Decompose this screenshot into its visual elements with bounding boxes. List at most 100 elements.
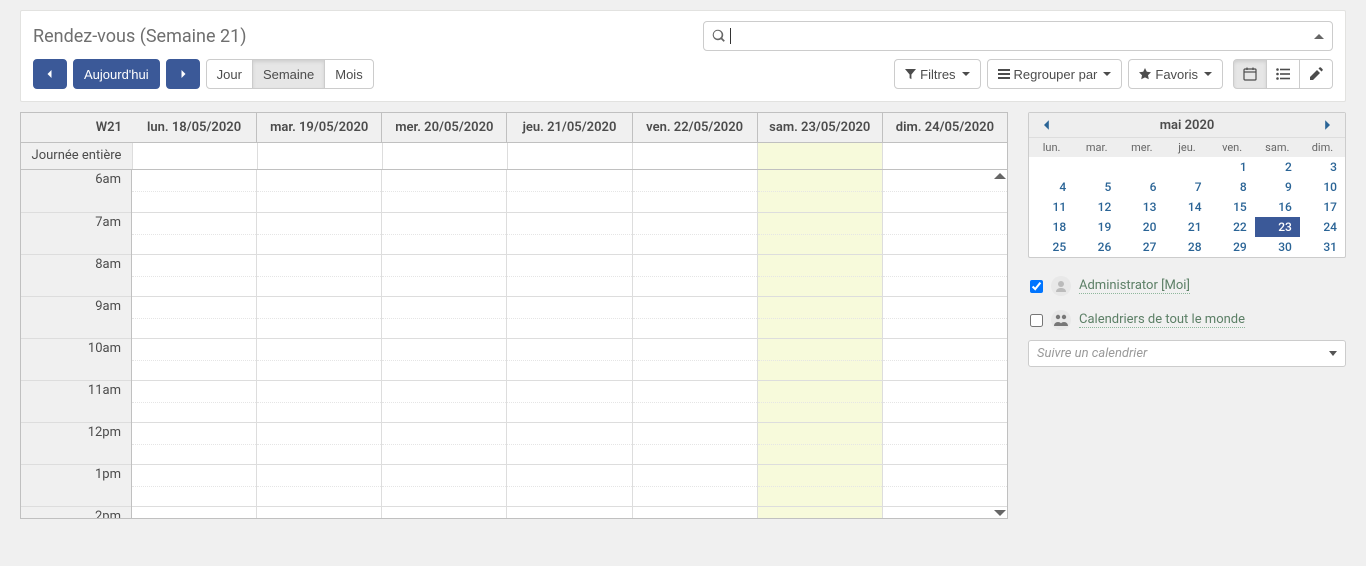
search-expand-icon[interactable]	[1314, 34, 1324, 39]
mini-cal-day[interactable]: 10	[1300, 177, 1345, 197]
allday-cell[interactable]	[632, 143, 757, 169]
list-view-button[interactable]	[1266, 59, 1300, 89]
page-title: Rendez-vous (Semaine 21)	[33, 26, 247, 47]
mini-cal-day[interactable]: 2	[1255, 157, 1300, 177]
prev-button[interactable]	[33, 59, 67, 89]
mini-cal-day[interactable]: 18	[1029, 217, 1074, 237]
allday-cell[interactable]	[382, 143, 507, 169]
mini-cal-day[interactable]: 15	[1210, 197, 1255, 217]
mini-cal-day[interactable]: 11	[1029, 197, 1074, 217]
hour-label: 1pm	[21, 464, 131, 506]
mini-cal-dow: dim.	[1300, 138, 1345, 157]
search-icon	[712, 29, 726, 43]
calendar-filter-row: Calendriers de tout le monde	[1028, 306, 1346, 334]
today-button[interactable]: Aujourd'hui	[73, 59, 160, 89]
mini-cal-day[interactable]: 14	[1164, 197, 1209, 217]
mini-cal-day[interactable]: 24	[1300, 217, 1345, 237]
scroll-up-icon[interactable]	[994, 173, 1006, 179]
mini-cal-day[interactable]: 23	[1255, 217, 1300, 237]
day-column[interactable]	[882, 170, 1007, 518]
favorites-button[interactable]: Favoris	[1128, 59, 1223, 89]
user-icon	[1051, 276, 1071, 296]
edit-icon	[1309, 67, 1323, 81]
mini-cal-prev[interactable]	[1035, 117, 1059, 133]
day-column[interactable]	[132, 170, 256, 518]
caret-down-icon	[962, 72, 970, 76]
groupby-button[interactable]: Regrouper par	[987, 59, 1123, 89]
view-day-button[interactable]: Jour	[206, 59, 253, 89]
calendar-view-button[interactable]	[1233, 59, 1267, 89]
allday-cell[interactable]	[882, 143, 1007, 169]
view-week-button[interactable]: Semaine	[252, 59, 325, 89]
mini-cal-day[interactable]: 20	[1119, 217, 1164, 237]
dropdown-caret-icon	[1329, 351, 1337, 356]
mini-cal-dow: ven.	[1210, 138, 1255, 157]
follow-calendar-select[interactable]: Suivre un calendrier	[1028, 340, 1346, 367]
mini-cal-day[interactable]: 12	[1074, 197, 1119, 217]
view-type-switcher	[1233, 59, 1333, 89]
day-header: mer. 20/05/2020	[381, 113, 506, 142]
allday-cell[interactable]	[132, 143, 257, 169]
mini-cal-day[interactable]: 13	[1119, 197, 1164, 217]
day-column[interactable]	[256, 170, 381, 518]
mini-cal-day[interactable]: 5	[1074, 177, 1119, 197]
view-month-button[interactable]: Mois	[324, 59, 373, 89]
mini-cal-day[interactable]: 8	[1210, 177, 1255, 197]
week-number: W21	[21, 113, 132, 142]
allday-cell[interactable]	[257, 143, 382, 169]
mini-cal-day[interactable]: 1	[1210, 157, 1255, 177]
mini-cal-day[interactable]: 28	[1164, 237, 1209, 257]
mini-cal-day[interactable]: 9	[1255, 177, 1300, 197]
day-column[interactable]	[632, 170, 757, 518]
filter-label[interactable]: Calendriers de tout le monde	[1079, 312, 1245, 328]
filters-button[interactable]: Filtres	[894, 59, 980, 89]
star-icon	[1139, 68, 1151, 80]
arrow-left-icon	[45, 69, 55, 79]
mini-cal-day[interactable]: 31	[1300, 237, 1345, 257]
mini-cal-dow: mar.	[1074, 138, 1119, 157]
allday-cell[interactable]	[507, 143, 632, 169]
mini-cal-day[interactable]: 29	[1210, 237, 1255, 257]
hour-label: 7am	[21, 212, 131, 254]
filter-label[interactable]: Administrator [Moi]	[1079, 278, 1190, 294]
mini-cal-day[interactable]: 21	[1164, 217, 1209, 237]
arrow-left-icon	[1041, 119, 1053, 131]
search-input-wrapper[interactable]	[703, 21, 1333, 51]
users-icon	[1051, 310, 1071, 330]
form-view-button[interactable]	[1299, 59, 1333, 89]
day-column[interactable]	[757, 170, 882, 518]
day-header: dim. 24/05/2020	[882, 113, 1007, 142]
day-column[interactable]	[381, 170, 506, 518]
week-calendar: W21 lun. 18/05/2020mar. 19/05/2020mer. 2…	[20, 112, 1008, 519]
mini-cal-day[interactable]: 16	[1255, 197, 1300, 217]
mini-cal-day[interactable]: 26	[1074, 237, 1119, 257]
hour-label: 12pm	[21, 422, 131, 464]
mini-cal-day[interactable]: 30	[1255, 237, 1300, 257]
mini-cal-day[interactable]: 27	[1119, 237, 1164, 257]
mini-cal-day[interactable]: 25	[1029, 237, 1074, 257]
mini-cal-day[interactable]: 7	[1164, 177, 1209, 197]
day-header: lun. 18/05/2020	[132, 113, 256, 142]
filter-checkbox[interactable]	[1030, 314, 1043, 327]
allday-cell[interactable]	[757, 143, 882, 169]
search-input[interactable]	[731, 29, 1314, 44]
mini-cal-day[interactable]: 19	[1074, 217, 1119, 237]
day-column[interactable]	[506, 170, 631, 518]
day-header: mar. 19/05/2020	[256, 113, 381, 142]
mini-cal-day[interactable]: 22	[1210, 217, 1255, 237]
mini-cal-day[interactable]: 4	[1029, 177, 1074, 197]
scroll-down-icon[interactable]	[994, 510, 1006, 516]
mini-cal-day[interactable]: 6	[1119, 177, 1164, 197]
list-view-icon	[1276, 68, 1290, 80]
mini-cal-next[interactable]	[1315, 117, 1339, 133]
filter-checkbox[interactable]	[1030, 280, 1043, 293]
mini-cal-day[interactable]: 3	[1300, 157, 1345, 177]
arrow-right-icon	[178, 69, 188, 79]
filter-icon	[905, 69, 916, 80]
day-header: jeu. 21/05/2020	[506, 113, 631, 142]
mini-cal-day[interactable]: 17	[1300, 197, 1345, 217]
next-button[interactable]	[166, 59, 200, 89]
hour-label: 9am	[21, 296, 131, 338]
list-icon	[998, 69, 1010, 79]
caret-down-icon	[1204, 72, 1212, 76]
